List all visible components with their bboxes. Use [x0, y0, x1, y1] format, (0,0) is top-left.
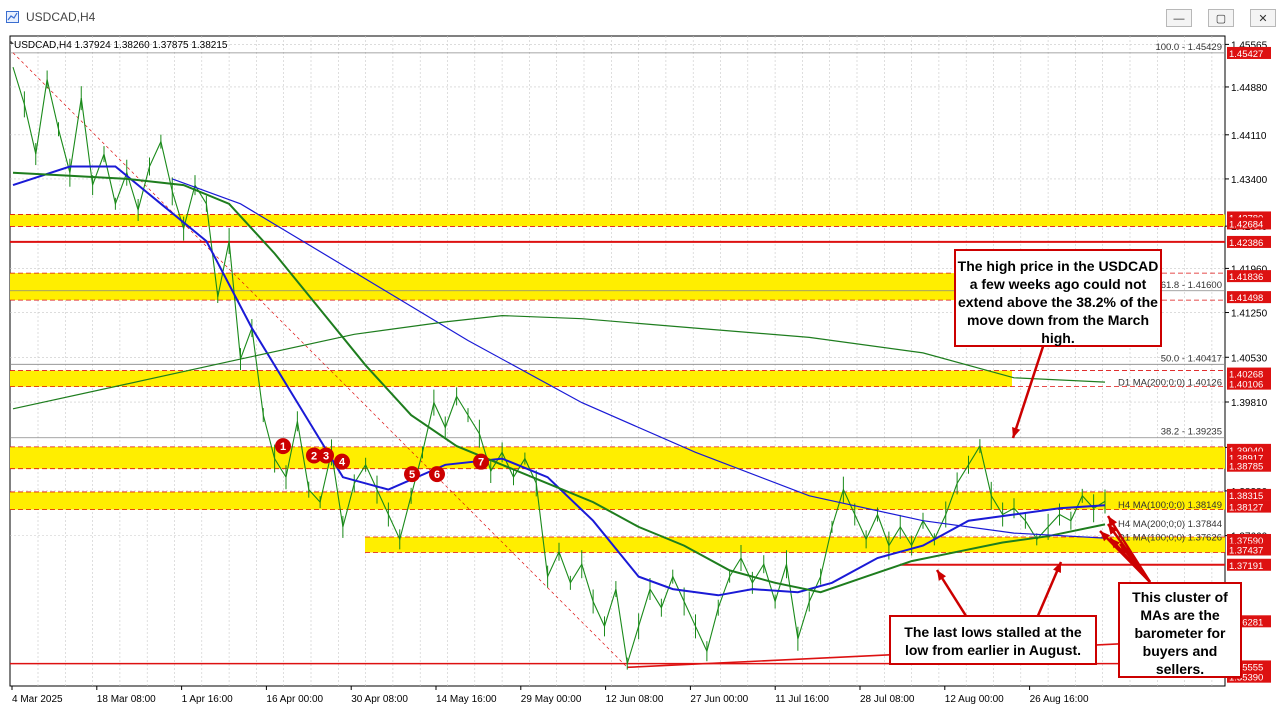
support-resistance-zone [10, 491, 1225, 510]
y-tick-label: 1.43400 [1231, 175, 1268, 186]
ma-value-label: H4 MA(100;0;0) 1.38149 [1118, 500, 1222, 511]
annotation-38-2-retracement: The high price in the USDCAD a few weeks… [954, 249, 1162, 347]
fibonacci-level-label: 38.2 - 1.39235 [1161, 427, 1222, 438]
marker-label: 7 [478, 457, 484, 469]
fibonacci-level-label: 100.0 - 1.45429 [1155, 42, 1222, 53]
marker-label: 2 [311, 450, 317, 462]
x-tick-label: 28 Jul 08:00 [860, 694, 915, 705]
ma-value-label: D1 MA(200;0;0) 1.40126 [1118, 377, 1222, 388]
window-titlebar: USDCAD,H4 — ▢ ✕ [0, 0, 1282, 35]
support-resistance-zone [10, 370, 1012, 387]
annotation-last-lows: The last lows stalled at the low from ea… [889, 615, 1097, 665]
price-tag-label: 1.42386 [1229, 238, 1263, 249]
price-tag-label: 1.40106 [1229, 380, 1263, 391]
marker-label: 1 [280, 441, 286, 453]
x-tick-label: 4 Mar 2025 [12, 694, 63, 705]
close-button[interactable]: ✕ [1250, 9, 1276, 27]
x-tick-label: 11 Jul 16:00 [775, 694, 829, 705]
price-tag-label: 1.37191 [1229, 561, 1263, 572]
marker-label: 4 [339, 457, 346, 469]
x-tick-label: 14 May 16:00 [436, 694, 497, 705]
plot-frame [9, 35, 1226, 687]
x-tick-label: 12 Aug 00:00 [945, 694, 1004, 705]
x-tick-label: 30 Apr 08:00 [351, 694, 408, 705]
support-resistance-zone [365, 536, 1225, 553]
price-chart[interactable]: 1.455651.448801.441101.434001.426401.419… [0, 34, 1282, 714]
support-resistance-zone [10, 214, 1225, 227]
symbol-label: USDCAD,H4 1.37924 1.38260 1.37875 1.3821… [14, 40, 228, 51]
x-tick-label: 12 Jun 08:00 [606, 694, 664, 705]
y-tick-label: 1.39810 [1231, 398, 1268, 409]
x-tick-label: 26 Aug 16:00 [1030, 694, 1089, 705]
restore-button[interactable]: ▢ [1208, 9, 1234, 27]
fibonacci-level-label: 50.0 - 1.40417 [1161, 353, 1222, 364]
price-tag-label: 1.41498 [1229, 293, 1263, 304]
price-tag-label: 1.38315 [1229, 491, 1263, 502]
x-tick-label: 27 Jun 00:00 [690, 694, 748, 705]
marker-label: 3 [323, 450, 329, 462]
price-tag-label: 1.45427 [1229, 49, 1263, 60]
ma-value-label: D1 MA(100;0;0) 1.37626 [1118, 533, 1222, 544]
price-tag-label: 1.38785 [1229, 462, 1263, 473]
y-tick-label: 1.44110 [1231, 131, 1267, 142]
x-tick-label: 18 Mar 08:00 [97, 694, 156, 705]
x-tick-label: 29 May 00:00 [521, 694, 582, 705]
price-tag-label: 1.38127 [1229, 503, 1263, 514]
price-tag-label: 1.42684 [1229, 219, 1263, 230]
price-tag-label: 1.37437 [1229, 545, 1263, 556]
y-tick-label: 1.44880 [1231, 83, 1268, 94]
support-resistance-zone [10, 446, 1225, 469]
chart-area[interactable]: 1.455651.448801.441101.434001.426401.419… [0, 34, 1282, 714]
x-tick-label: 16 Apr 00:00 [266, 694, 323, 705]
marker-label: 6 [434, 469, 440, 481]
minimize-button[interactable]: — [1166, 9, 1192, 27]
fibonacci-level-label: 61.8 - 1.41600 [1161, 280, 1222, 291]
marker-label: 5 [409, 469, 415, 481]
annotation-ma-cluster: This cluster of MAs are the barometer fo… [1118, 582, 1242, 678]
x-tick-label: 1 Apr 16:00 [182, 694, 234, 705]
y-tick-label: 1.41250 [1231, 309, 1268, 320]
ma-value-label: H4 MA(200;0;0) 1.37844 [1118, 519, 1222, 530]
window-title: USDCAD,H4 [26, 10, 96, 24]
chart-window-icon [6, 11, 19, 23]
price-tag-label: 1.41836 [1229, 272, 1263, 283]
y-tick-label: 1.40530 [1231, 353, 1268, 364]
